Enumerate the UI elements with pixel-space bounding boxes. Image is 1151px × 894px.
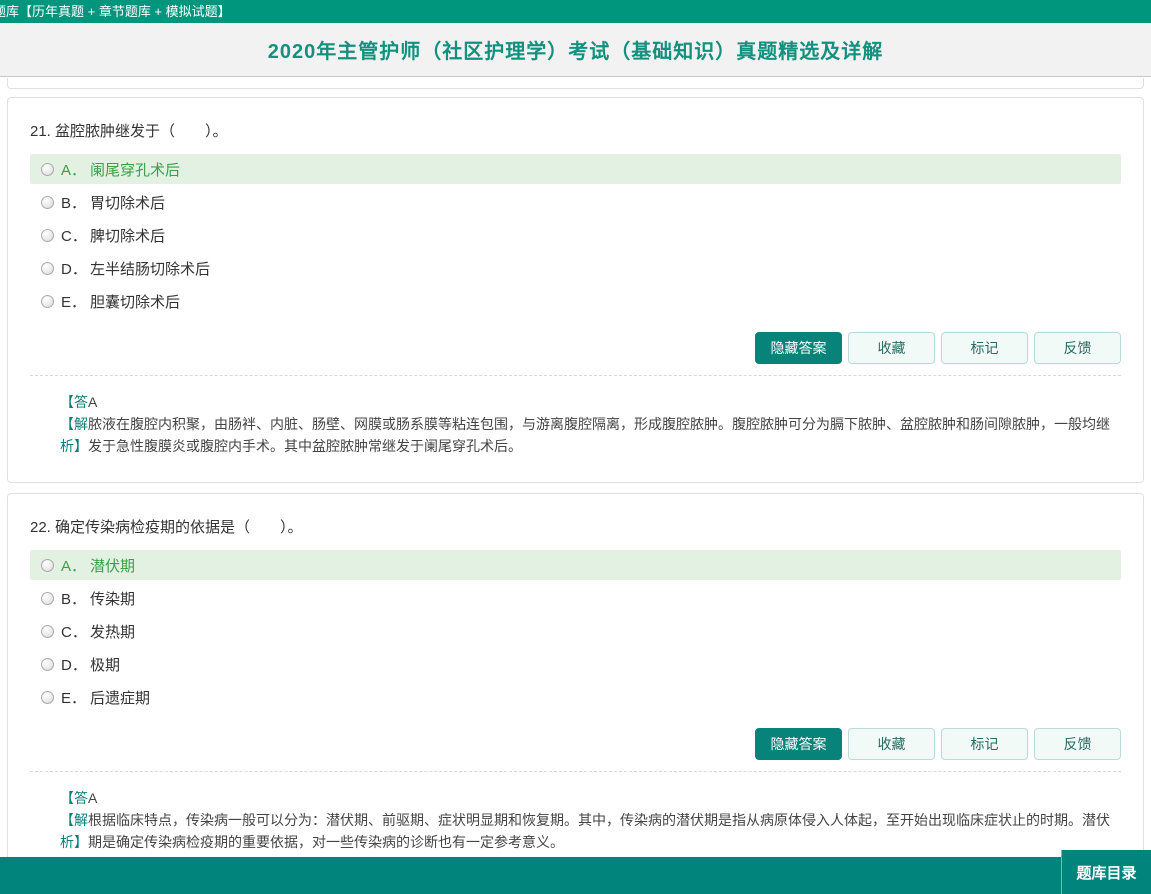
option-d[interactable]: D． 极期	[30, 649, 1121, 679]
option-letter: A．	[61, 159, 88, 180]
option-letter: D．	[61, 258, 88, 279]
option-d[interactable]: D． 左半结肠切除术后	[30, 253, 1121, 283]
action-buttons: 隐藏答案 收藏 标记 反馈	[30, 332, 1121, 364]
option-text: 阑尾穿孔术后	[90, 159, 180, 180]
answer-section: 【答A 【解 析】 脓液在腹腔内积聚，由肠袢、内脏、肠壁、网膜或肠系膜等粘连包围…	[60, 391, 1121, 457]
action-buttons: 隐藏答案 收藏 标记 反馈	[30, 728, 1121, 760]
answer-line: 【答A	[60, 787, 1121, 809]
radio-icon[interactable]	[41, 163, 54, 176]
option-text: 胆囊切除术后	[90, 291, 180, 312]
option-e[interactable]: E． 后遗症期	[30, 682, 1121, 712]
question-card-21: 21. 盆腔脓肿继发于（ ）。 A． 阑尾穿孔术后 B． 胃切除术后 C． 脾切…	[7, 97, 1144, 483]
option-text: 胃切除术后	[90, 192, 165, 213]
radio-icon[interactable]	[41, 625, 54, 638]
option-e[interactable]: E． 胆囊切除术后	[30, 286, 1121, 316]
option-b[interactable]: B． 传染期	[30, 583, 1121, 613]
option-letter: C．	[61, 621, 88, 642]
option-letter: E．	[61, 291, 88, 312]
option-letter: E．	[61, 687, 88, 708]
hide-answer-button[interactable]: 隐藏答案	[755, 332, 842, 364]
radio-icon[interactable]	[41, 196, 54, 209]
option-text: 发热期	[90, 621, 135, 642]
top-banner-text: 题库【历年真题 + 章节题库 + 模拟试题】	[0, 0, 231, 23]
radio-icon[interactable]	[41, 691, 54, 704]
answer-label: 【答	[60, 394, 88, 410]
answer-divider	[30, 375, 1121, 376]
answer-value: A	[88, 394, 97, 410]
mark-button[interactable]: 标记	[941, 332, 1028, 364]
option-letter: D．	[61, 654, 88, 675]
radio-icon[interactable]	[41, 559, 54, 572]
answer-divider	[30, 771, 1121, 772]
top-banner: 题库【历年真题 + 章节题库 + 模拟试题】	[0, 0, 1151, 23]
option-letter: B．	[61, 588, 88, 609]
question-list: 21. 盆腔脓肿继发于（ ）。 A． 阑尾穿孔术后 B． 胃切除术后 C． 脾切…	[0, 78, 1151, 879]
options-group: A． 潜伏期 B． 传染期 C． 发热期 D． 极期 E． 后遗症期	[30, 550, 1121, 712]
mark-button[interactable]: 标记	[941, 728, 1028, 760]
option-c[interactable]: C． 发热期	[30, 616, 1121, 646]
question-stem: 22. 确定传染病检疫期的依据是（ ）。	[30, 516, 1121, 537]
hide-answer-button[interactable]: 隐藏答案	[755, 728, 842, 760]
radio-icon[interactable]	[41, 295, 54, 308]
option-b[interactable]: B． 胃切除术后	[30, 187, 1121, 217]
favorite-button[interactable]: 收藏	[848, 728, 935, 760]
answer-section: 【答A 【解 析】 根据临床特点，传染病一般可以分为：潜伏期、前驱期、症状明显期…	[60, 787, 1121, 853]
option-text: 后遗症期	[90, 687, 150, 708]
option-letter: B．	[61, 192, 88, 213]
answer-line: 【答A	[60, 391, 1121, 413]
favorite-button[interactable]: 收藏	[848, 332, 935, 364]
options-group: A． 阑尾穿孔术后 B． 胃切除术后 C． 脾切除术后 D． 左半结肠切除术后 …	[30, 154, 1121, 316]
radio-icon[interactable]	[41, 592, 54, 605]
analysis-block: 【解 析】 脓液在腹腔内积聚，由肠袢、内脏、肠壁、网膜或肠系膜等粘连包围，与游离…	[60, 413, 1121, 457]
answer-label: 【答	[60, 790, 88, 806]
option-c[interactable]: C． 脾切除术后	[30, 220, 1121, 250]
option-a[interactable]: A． 潜伏期	[30, 550, 1121, 580]
analysis-label: 【解 析】	[60, 413, 88, 457]
option-text: 极期	[90, 654, 120, 675]
answer-value: A	[88, 790, 97, 806]
bottom-bar	[0, 857, 1151, 894]
analysis-label: 【解 析】	[60, 809, 88, 853]
option-text: 潜伏期	[90, 555, 135, 576]
title-bar: 2020年主管护师（社区护理学）考试（基础知识）真题精选及详解	[0, 23, 1151, 77]
option-letter: C．	[61, 225, 88, 246]
analysis-text: 脓液在腹腔内积聚，由肠袢、内脏、肠壁、网膜或肠系膜等粘连包围，与游离腹腔隔离，形…	[88, 416, 1110, 454]
option-text: 脾切除术后	[90, 225, 165, 246]
feedback-button[interactable]: 反馈	[1034, 332, 1121, 364]
page-title: 2020年主管护师（社区护理学）考试（基础知识）真题精选及详解	[268, 35, 884, 64]
option-text: 左半结肠切除术后	[90, 258, 210, 279]
option-letter: A．	[61, 555, 88, 576]
radio-icon[interactable]	[41, 658, 54, 671]
catalog-button[interactable]: 题库目录	[1061, 850, 1151, 894]
radio-icon[interactable]	[41, 262, 54, 275]
option-text: 传染期	[90, 588, 135, 609]
option-a[interactable]: A． 阑尾穿孔术后	[30, 154, 1121, 184]
question-stem: 21. 盆腔脓肿继发于（ ）。	[30, 120, 1121, 141]
analysis-block: 【解 析】 根据临床特点，传染病一般可以分为：潜伏期、前驱期、症状明显期和恢复期…	[60, 809, 1121, 853]
analysis-text: 根据临床特点，传染病一般可以分为：潜伏期、前驱期、症状明显期和恢复期。其中，传染…	[88, 812, 1110, 850]
previous-card-bottom-fragment	[7, 78, 1144, 89]
radio-icon[interactable]	[41, 229, 54, 242]
feedback-button[interactable]: 反馈	[1034, 728, 1121, 760]
question-card-22: 22. 确定传染病检疫期的依据是（ ）。 A． 潜伏期 B． 传染期 C． 发热…	[7, 493, 1144, 879]
